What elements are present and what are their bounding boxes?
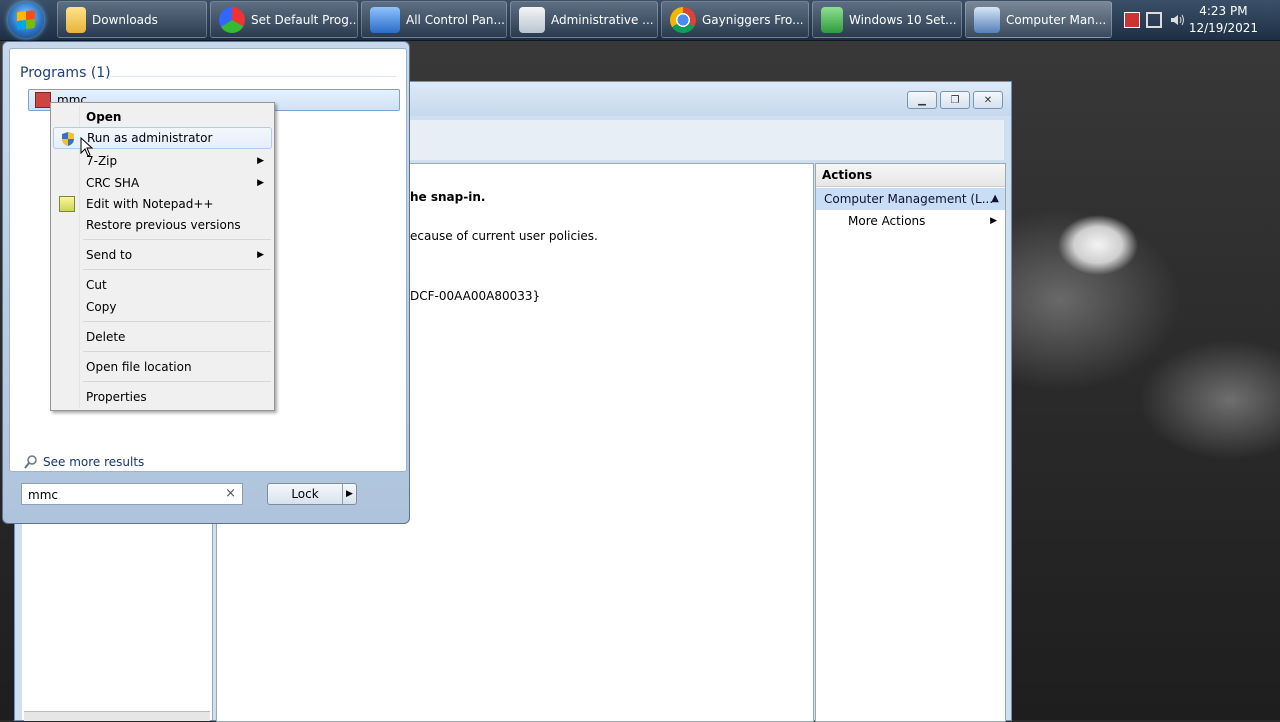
- submenu-arrow-icon: ▶: [257, 178, 264, 188]
- center-message-line: DCF-00AA00A80033}: [410, 289, 541, 303]
- search-icon: [24, 455, 38, 469]
- clear-search-icon[interactable]: ×: [225, 486, 236, 501]
- menu-separator: [83, 351, 271, 352]
- menu-item-label: Delete: [86, 330, 126, 344]
- taskbar-item-label: Administrative ...: [551, 12, 654, 27]
- taskbar-item-control-panel[interactable]: All Control Pan...: [361, 1, 507, 38]
- menu-item-label: Open: [86, 110, 122, 124]
- menu-separator: [83, 269, 271, 270]
- taskbar-item-label: All Control Pan...: [406, 12, 505, 27]
- folder-icon: [66, 6, 86, 33]
- menu-item-crc-sha[interactable]: CRC SHA ▶: [53, 172, 272, 194]
- power-control: Lock ▶: [267, 483, 357, 505]
- clock-time: 4:23 PM: [1199, 4, 1248, 18]
- lock-button[interactable]: Lock: [268, 484, 343, 504]
- setup-icon: [821, 6, 843, 33]
- taskbar-item-computer-management[interactable]: Computer Man...: [965, 1, 1112, 38]
- menu-separator: [83, 321, 271, 322]
- network-icon[interactable]: [1146, 12, 1162, 28]
- section-divider: [110, 76, 396, 77]
- system-tray: 4:23 PM 12/19/2021: [1116, 0, 1280, 40]
- menu-item-cut[interactable]: Cut: [53, 274, 272, 296]
- uac-shield-icon: [60, 131, 76, 147]
- notepadpp-icon: [59, 196, 75, 212]
- taskbar-item-label: Downloads: [92, 12, 158, 27]
- see-more-results-link[interactable]: See more results: [24, 455, 144, 469]
- menu-item-edit-with-notepadpp[interactable]: Edit with Notepad++: [53, 193, 272, 215]
- taskbar: Downloads Set Default Prog... All Contro…: [0, 0, 1280, 41]
- taskbar-item-label: Set Default Prog...: [251, 12, 357, 27]
- volume-icon[interactable]: [1169, 12, 1185, 28]
- menu-item-open[interactable]: Open: [53, 106, 272, 128]
- center-message-line: ecause of current user policies.: [410, 229, 598, 243]
- menu-item-properties[interactable]: Properties: [53, 386, 272, 408]
- menu-item-open-file-location[interactable]: Open file location: [53, 356, 272, 378]
- menu-item-restore-previous-versions[interactable]: Restore previous versions: [53, 214, 272, 236]
- mmc-toolbar: [396, 120, 1004, 160]
- control-panel-icon: [370, 6, 400, 33]
- menu-item-delete[interactable]: Delete: [53, 326, 272, 348]
- taskbar-item-set-default-programs[interactable]: Set Default Prog...: [210, 1, 358, 38]
- submenu-arrow-icon: ▶: [257, 250, 264, 260]
- taskbar-item-administrative-tools[interactable]: Administrative ...: [510, 1, 658, 38]
- taskbar-item-label: Gayniggers Fro...: [702, 12, 804, 27]
- menu-separator: [83, 381, 271, 382]
- taskbar-clock[interactable]: 4:23 PM 12/19/2021: [1189, 3, 1258, 37]
- minimize-button[interactable]: ▁: [907, 91, 937, 109]
- close-button[interactable]: ✕: [973, 91, 1003, 109]
- menu-item-label: Open file location: [86, 360, 192, 374]
- taskbar-item-label: Windows 10 Set...: [849, 12, 957, 27]
- taskbar-item-windows-10-setup[interactable]: Windows 10 Set...: [812, 1, 962, 38]
- menu-item-label: CRC SHA: [86, 176, 140, 190]
- actions-pane: Actions Computer Management (L... ▲ More…: [815, 163, 1006, 722]
- menu-item-label: Cut: [86, 278, 107, 292]
- more-actions-item[interactable]: More Actions ▶: [816, 210, 1005, 232]
- center-message-line: he snap-in.: [410, 190, 486, 204]
- actions-selected-item[interactable]: Computer Management (L... ▲: [816, 188, 1005, 210]
- more-actions-label: More Actions: [848, 214, 926, 228]
- search-input[interactable]: [26, 485, 220, 505]
- taskbar-item-label: Computer Man...: [1006, 12, 1107, 27]
- collapse-arrow-icon[interactable]: ▲: [991, 188, 999, 210]
- action-center-flag-icon[interactable]: [1124, 12, 1140, 28]
- menu-item-label: Properties: [86, 390, 147, 404]
- see-more-label: See more results: [43, 455, 145, 469]
- power-options-arrow-icon[interactable]: ▶: [343, 484, 356, 504]
- menu-item-send-to[interactable]: Send to ▶: [53, 244, 272, 266]
- submenu-arrow-icon: ▶: [990, 216, 997, 226]
- start-button[interactable]: [8, 2, 44, 38]
- admin-tools-icon: [519, 6, 545, 33]
- clock-date: 12/19/2021: [1188, 21, 1258, 35]
- menu-separator: [83, 239, 271, 240]
- submenu-arrow-icon: ▶: [257, 156, 264, 166]
- actions-header: Actions: [816, 164, 1005, 187]
- mmc-icon: [35, 92, 51, 108]
- programs-section-header: Programs (1): [20, 65, 111, 81]
- start-search-box[interactable]: ×: [21, 483, 243, 505]
- taskbar-item-downloads[interactable]: Downloads: [57, 1, 207, 38]
- restore-button[interactable]: ❐: [940, 91, 970, 109]
- menu-item-label: Edit with Notepad++: [86, 197, 214, 211]
- menu-item-label: Restore previous versions: [86, 218, 241, 232]
- actions-selected-label: Computer Management (L...: [824, 192, 994, 206]
- default-programs-icon: [219, 6, 245, 33]
- menu-item-label: Copy: [86, 300, 117, 314]
- computer-management-icon: [974, 6, 1000, 33]
- console-tree-pane[interactable]: [22, 522, 213, 720]
- chrome-icon: [670, 6, 696, 33]
- menu-item-label: Send to: [86, 248, 133, 262]
- taskbar-item-chrome[interactable]: Gayniggers Fro...: [661, 1, 809, 38]
- menu-item-label: Run as administrator: [87, 131, 213, 145]
- menu-item-copy[interactable]: Copy: [53, 296, 272, 318]
